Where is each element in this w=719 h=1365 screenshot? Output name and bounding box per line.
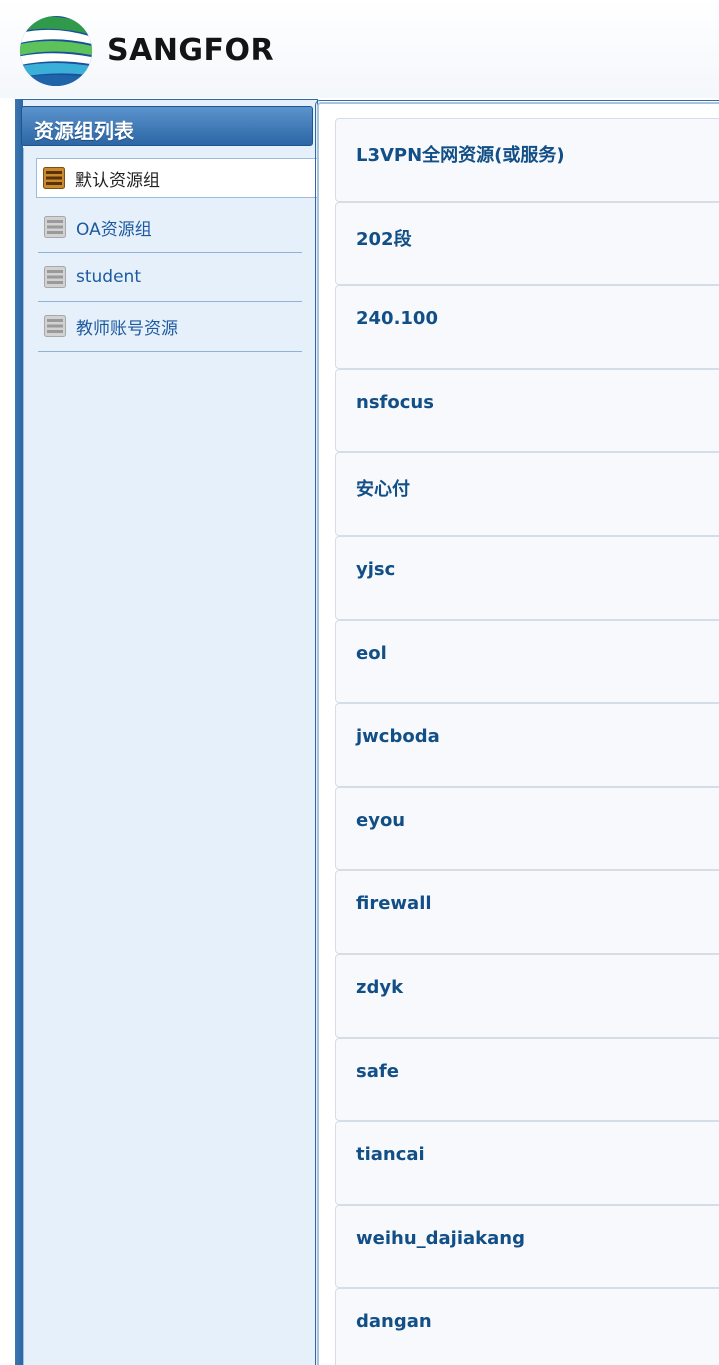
- resource-group-active-icon: [43, 167, 65, 189]
- resource-group-list: 默认资源组 OA资源组 student 教师账号资源: [36, 158, 318, 352]
- resource-link[interactable]: jwcboda: [356, 726, 440, 747]
- group-item-label: student: [76, 266, 141, 287]
- panel-border: [15, 99, 23, 1365]
- header: SANGFOR: [0, 0, 719, 98]
- resource-link[interactable]: 安心付: [356, 475, 410, 501]
- resource-link[interactable]: 240.100: [356, 308, 438, 329]
- resource-group-icon: [44, 265, 66, 288]
- resource-card[interactable]: firewall: [335, 870, 719, 954]
- group-item-default[interactable]: 默认资源组: [36, 158, 318, 198]
- resource-link[interactable]: firewall: [356, 893, 432, 914]
- group-item-label: 默认资源组: [75, 170, 160, 191]
- resource-link[interactable]: nsfocus: [356, 392, 434, 413]
- resource-card[interactable]: jwcboda: [335, 703, 719, 787]
- group-item-label: 教师账号资源: [76, 318, 178, 339]
- resource-link[interactable]: yjsc: [356, 559, 395, 580]
- panel-title: 资源组列表: [21, 106, 313, 146]
- resource-card[interactable]: zdyk: [335, 953, 719, 1038]
- sangfor-logo-icon: [20, 16, 92, 86]
- resource-link[interactable]: tiancai: [356, 1144, 425, 1165]
- resource-link[interactable]: L3VPN全网资源(或服务): [356, 141, 565, 167]
- group-item-oa[interactable]: OA资源组: [38, 203, 302, 253]
- resource-card[interactable]: eyou: [335, 786, 719, 871]
- resource-link[interactable]: safe: [356, 1061, 399, 1082]
- resource-list: L3VPN全网资源(或服务) 202段 240.100 nsfocus 安心付 …: [335, 118, 719, 1365]
- resource-card[interactable]: dangan: [335, 1288, 719, 1365]
- resource-card[interactable]: yjsc: [335, 535, 719, 620]
- resource-link[interactable]: 202段: [356, 225, 412, 251]
- resource-link[interactable]: eol: [356, 643, 387, 664]
- group-item-teacher-accounts[interactable]: 教师账号资源: [38, 302, 302, 352]
- resource-card[interactable]: 240.100: [335, 285, 719, 369]
- resource-card[interactable]: tiancai: [335, 1121, 719, 1205]
- resource-link[interactable]: dangan: [356, 1311, 432, 1332]
- resource-card[interactable]: safe: [335, 1037, 719, 1122]
- resource-group-icon: [44, 315, 66, 338]
- brand-name: SANGFOR: [107, 33, 275, 68]
- resource-card[interactable]: weihu_dajiakang: [335, 1204, 719, 1289]
- resource-link[interactable]: weihu_dajiakang: [356, 1228, 525, 1249]
- resource-card[interactable]: L3VPN全网资源(或服务): [335, 118, 719, 202]
- group-item-student[interactable]: student: [38, 253, 302, 302]
- resource-card[interactable]: 安心付: [335, 452, 719, 536]
- resource-link[interactable]: eyou: [356, 810, 405, 831]
- resource-link[interactable]: zdyk: [356, 977, 403, 998]
- resource-card[interactable]: 202段: [335, 201, 719, 286]
- resource-card[interactable]: nsfocus: [335, 368, 719, 453]
- group-item-label: OA资源组: [76, 219, 152, 240]
- resource-group-icon: [44, 216, 66, 239]
- resource-card[interactable]: eol: [335, 619, 719, 704]
